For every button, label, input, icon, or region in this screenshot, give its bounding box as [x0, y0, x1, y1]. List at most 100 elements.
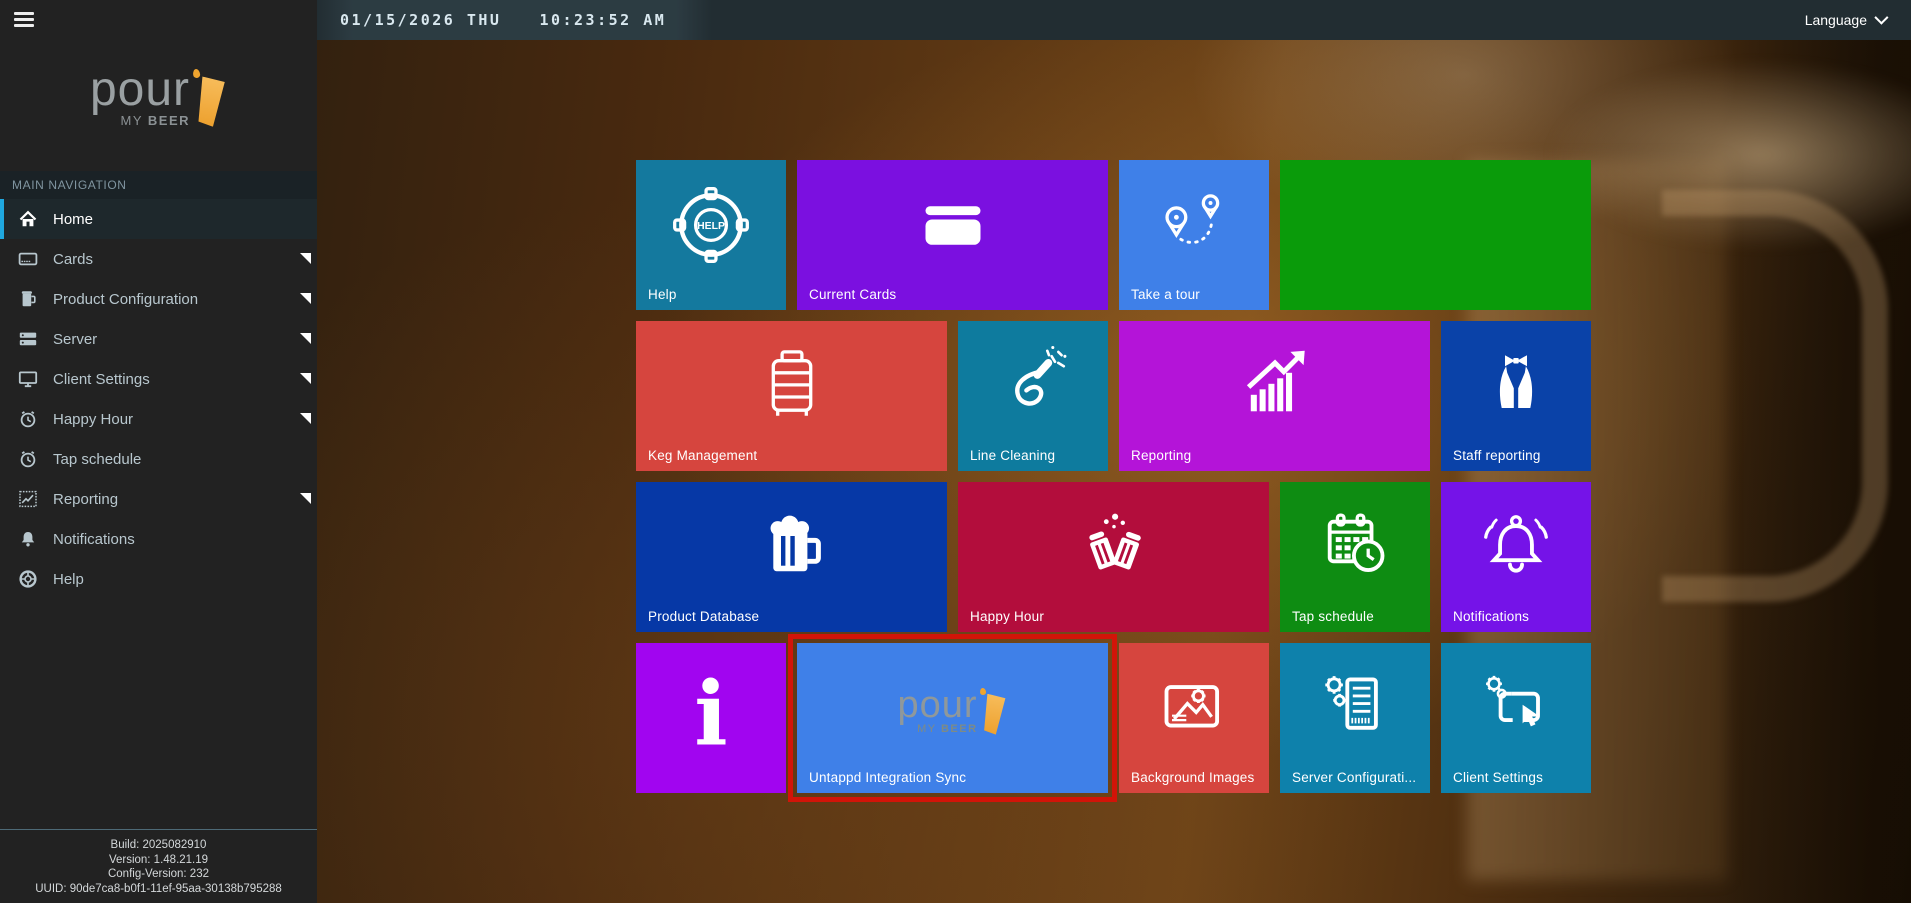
- tile-tap-schedule[interactable]: Tap schedule: [1280, 482, 1430, 632]
- sidebar-item-help[interactable]: Help: [0, 559, 317, 599]
- pourmybeer-logo: pourMY BEER: [897, 689, 1007, 735]
- sidebar-item-notifications[interactable]: Notifications: [0, 519, 317, 559]
- datetime-display: 01/15/2026 THU 10:23:52 AM: [317, 0, 712, 40]
- sidebar-item-happy-hour[interactable]: Happy Hour: [0, 399, 317, 439]
- tile-client-settings[interactable]: Client Settings: [1441, 643, 1591, 793]
- tile-label: Product Database: [648, 609, 759, 624]
- tile-label: Take a tour: [1131, 287, 1200, 302]
- lifebuoy-help-icon: HELP: [667, 181, 755, 269]
- tile-label: Server Configurati...: [1292, 770, 1416, 785]
- bell-ring-icon: [1472, 503, 1560, 591]
- beer-mug-icon: [748, 503, 836, 591]
- tile-label: Reporting: [1131, 448, 1191, 463]
- tile-label: Client Settings: [1453, 770, 1543, 785]
- tile-product-database[interactable]: Product Database: [636, 482, 947, 632]
- hamburger-menu-icon[interactable]: [14, 12, 34, 27]
- build-info: Build: 2025082910: [4, 838, 313, 853]
- clock-icon: [18, 449, 38, 469]
- beer-glass-icon: [980, 689, 1008, 735]
- main-content: 01/15/2026 THU 10:23:52 AM Language HELP…: [317, 0, 1911, 903]
- sidebar-item-label: Home: [53, 211, 93, 228]
- tile-background-images[interactable]: Background Images: [1119, 643, 1269, 793]
- language-label: Language: [1805, 12, 1867, 28]
- tile-label: Untappd Integration Sync: [809, 770, 966, 785]
- tile-label: Help: [648, 287, 677, 302]
- beer-glass-icon: [193, 70, 227, 128]
- sidebar-item-cards[interactable]: Cards: [0, 239, 317, 279]
- server-icon: [18, 329, 38, 349]
- language-dropdown[interactable]: Language: [1805, 0, 1885, 40]
- lifebuoy-icon: [18, 569, 38, 589]
- topbar: 01/15/2026 THU 10:23:52 AM Language: [317, 0, 1911, 40]
- credit-card-icon: [909, 181, 997, 269]
- sidebar-item-server[interactable]: Server: [0, 319, 317, 359]
- bell-icon: [18, 529, 38, 549]
- tile-grid: HELP Help Current Cards Take a tour Keg Mana…: [636, 160, 1591, 793]
- tile-untappd-integration-sync[interactable]: pourMY BEER Untappd Integration Sync: [797, 643, 1108, 793]
- map-tour-icon: [1150, 181, 1238, 269]
- tile-label: Keg Management: [648, 448, 757, 463]
- tile-info[interactable]: i: [636, 643, 786, 793]
- submenu-caret-icon: [300, 413, 311, 424]
- mug-icon: [18, 289, 38, 309]
- tile-label: Background Images: [1131, 770, 1254, 785]
- submenu-caret-icon: [300, 293, 311, 304]
- clock-icon: [18, 409, 38, 429]
- sidebar-item-label: Happy Hour: [53, 411, 133, 428]
- config-version-info: Config-Version: 232: [4, 867, 313, 882]
- calendar-clock-icon: [1311, 503, 1399, 591]
- cheers-mugs-icon: [1070, 503, 1158, 591]
- bar-chart-arrow-icon: [1231, 342, 1319, 430]
- waiter-vest-icon: [1472, 342, 1560, 430]
- monitor-icon: [18, 369, 38, 389]
- logo-word: pour: [90, 70, 190, 110]
- logo-word: pour: [897, 689, 977, 721]
- sidebar-item-label: Client Settings: [53, 371, 150, 388]
- tile-label: Happy Hour: [970, 609, 1044, 624]
- tile-notifications[interactable]: Notifications: [1441, 482, 1591, 632]
- tile-keg-management[interactable]: Keg Management: [636, 321, 947, 471]
- sidebar-item-home[interactable]: Home: [0, 199, 317, 239]
- sidebar-item-label: Product Configuration: [53, 291, 198, 308]
- keg-icon: [748, 342, 836, 430]
- tile-take-a-tour[interactable]: Take a tour: [1119, 160, 1269, 310]
- tile-line-cleaning[interactable]: Line Cleaning: [958, 321, 1108, 471]
- tile-label: Current Cards: [809, 287, 896, 302]
- tile-label: Tap schedule: [1292, 609, 1374, 624]
- tile-empty[interactable]: [1280, 160, 1591, 310]
- sidebar-footer: Build: 2025082910 Version: 1.48.21.19 Co…: [0, 829, 317, 903]
- tile-label: Staff reporting: [1453, 448, 1541, 463]
- tile-reporting[interactable]: Reporting: [1119, 321, 1430, 471]
- spray-hose-icon: [989, 342, 1077, 430]
- sidebar-item-client-settings[interactable]: Client Settings: [0, 359, 317, 399]
- tile-help[interactable]: HELP Help: [636, 160, 786, 310]
- chevron-down-icon: [1874, 10, 1888, 24]
- sidebar: pour MY BEER MAIN NAVIGATION HomeCardsPr…: [0, 0, 317, 903]
- submenu-caret-icon: [300, 493, 311, 504]
- server-gear-icon: [1311, 664, 1399, 752]
- nav-section-header: MAIN NAVIGATION: [0, 171, 317, 199]
- sidebar-item-reporting[interactable]: Reporting: [0, 479, 317, 519]
- submenu-caret-icon: [300, 333, 311, 344]
- info-icon: i: [694, 670, 727, 758]
- card-icon: [18, 249, 38, 269]
- image-gear-icon: [1150, 664, 1238, 752]
- sidebar-item-product-configuration[interactable]: Product Configuration: [0, 279, 317, 319]
- main-navigation: Home Cards Product Configuration Server Clie…: [0, 199, 317, 599]
- date-display: 01/15/2026 THU: [340, 11, 501, 29]
- sidebar-item-label: Reporting: [53, 491, 118, 508]
- submenu-caret-icon: [300, 253, 311, 264]
- tile-happy-hour[interactable]: Happy Hour: [958, 482, 1269, 632]
- client-touch-icon: [1472, 664, 1560, 752]
- app-window: pour MY BEER MAIN NAVIGATION HomeCardsPr…: [0, 0, 1911, 903]
- sidebar-item-label: Tap schedule: [53, 451, 141, 468]
- submenu-caret-icon: [300, 373, 311, 384]
- tile-current-cards[interactable]: Current Cards: [797, 160, 1108, 310]
- time-display: 10:23:52 AM: [539, 11, 666, 29]
- tile-staff-reporting[interactable]: Staff reporting: [1441, 321, 1591, 471]
- sidebar-item-label: Help: [53, 571, 84, 588]
- chart-icon: [18, 489, 38, 509]
- tile-label: Notifications: [1453, 609, 1529, 624]
- tile-server-configurati[interactable]: Server Configurati...: [1280, 643, 1430, 793]
- sidebar-item-tap-schedule[interactable]: Tap schedule: [0, 439, 317, 479]
